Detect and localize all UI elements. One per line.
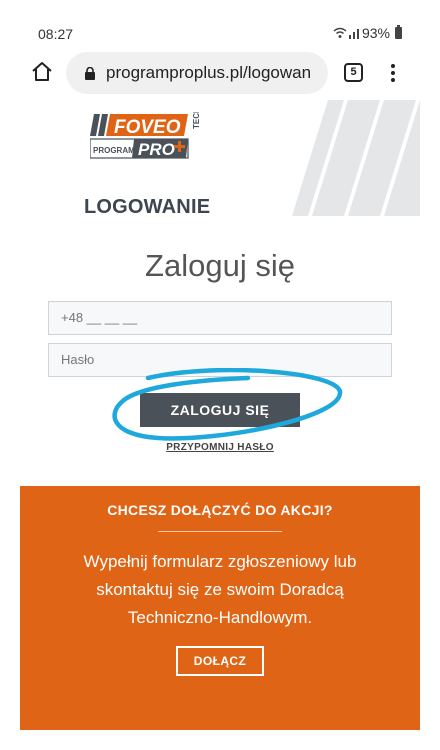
- join-section: CHCESZ DOŁĄCZYĆ DO AKCJI? Wypełnij formu…: [20, 486, 420, 730]
- join-button[interactable]: DOŁĄCZ: [176, 646, 264, 676]
- foveo-tech-logo[interactable]: FOVEO TECH PROGRAM PRO: [90, 112, 206, 162]
- status-indicators: 93%: [333, 25, 402, 41]
- tab-switcher-button[interactable]: 5: [344, 63, 363, 82]
- section-heading: LOGOWANIE: [84, 196, 211, 216]
- battery-icon: [395, 25, 402, 39]
- more-menu-icon[interactable]: [387, 61, 399, 85]
- logo-program-text: PROGRAM: [93, 146, 135, 155]
- join-title: CHCESZ DOŁĄCZYĆ DO AKCJI?: [107, 502, 333, 518]
- login-title: Zaloguj się: [145, 248, 295, 283]
- phone-input[interactable]: +48 __ __ __: [48, 301, 392, 335]
- logo-pro-text: PRO: [138, 140, 175, 159]
- battery-percent: 93%: [361, 25, 390, 41]
- join-divider: [158, 531, 282, 532]
- lock-icon: [84, 66, 96, 80]
- address-bar[interactable]: programproplus.pl/logowan: [66, 52, 328, 94]
- status-bar: 08:27 93%: [0, 0, 440, 44]
- login-button[interactable]: ZALOGUJ SIĘ: [140, 393, 300, 427]
- logo-brand-text: FOVEO: [114, 117, 181, 138]
- wifi-signal-icon: [333, 27, 359, 39]
- url-text: programproplus.pl/logowan: [106, 63, 312, 82]
- browser-toolbar: programproplus.pl/logowan 5: [0, 48, 440, 98]
- logo-tech-text: TECH: [192, 112, 201, 129]
- join-description: Wypełnij formularz zgłoszeniowy lub skon…: [83, 552, 357, 627]
- page-header: FOVEO TECH PROGRAM PRO LOGOWANIE: [20, 100, 420, 216]
- header-decoration: [292, 100, 420, 216]
- forgot-password-link[interactable]: PRZYPOMNIJ HASŁO: [0, 442, 440, 453]
- home-icon[interactable]: [30, 60, 54, 84]
- status-time: 08:27: [38, 26, 74, 42]
- password-input[interactable]: Hasło: [48, 343, 392, 377]
